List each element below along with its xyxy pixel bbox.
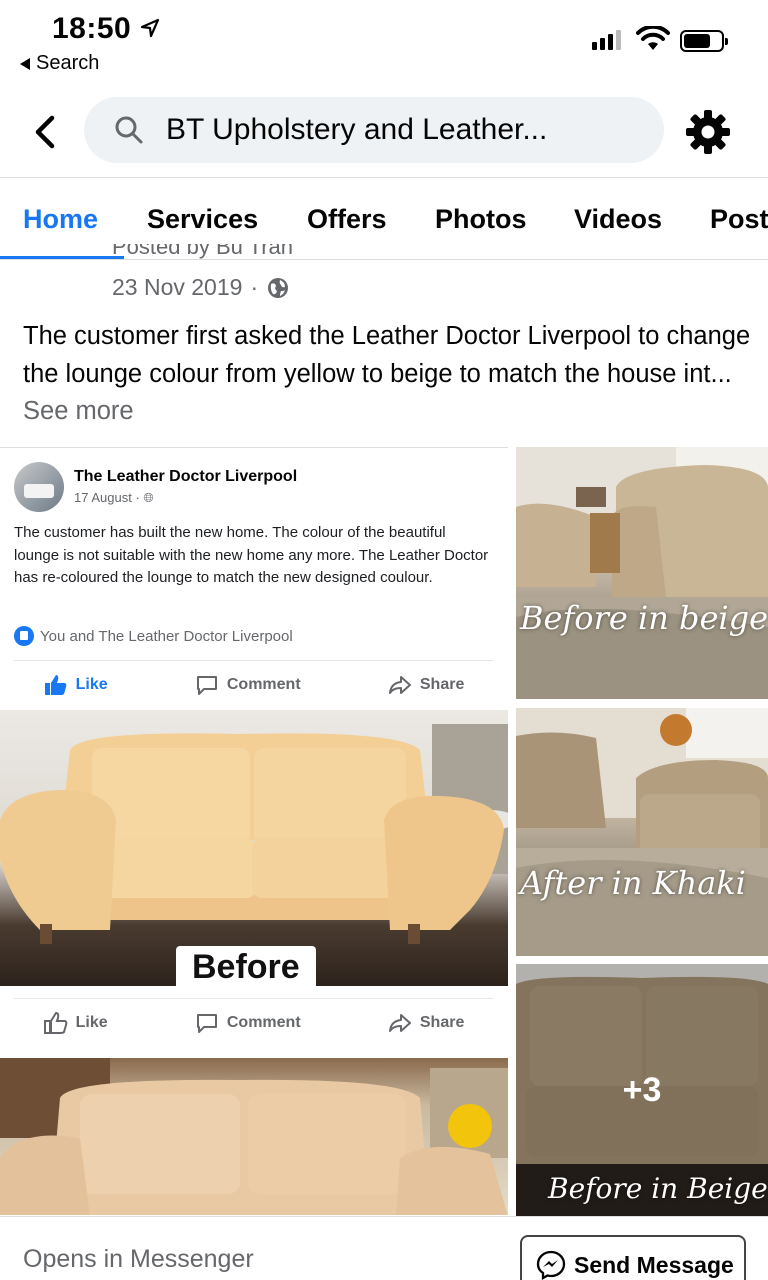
- sofa-illustration: [516, 447, 768, 699]
- search-input[interactable]: BT Upholstery and Leather...: [84, 97, 664, 163]
- comment-icon: [196, 676, 217, 695]
- avatar: [14, 462, 64, 512]
- tab-videos[interactable]: Videos: [574, 204, 662, 235]
- signal-icon: [592, 30, 621, 50]
- see-more-link[interactable]: See more: [23, 397, 134, 425]
- embedded-page-name: The Leather Doctor Liverpool: [74, 468, 298, 485]
- location-arrow-icon: [140, 18, 160, 38]
- messenger-icon: [536, 1250, 566, 1280]
- like-reaction-icon: [14, 626, 34, 646]
- back-to-app[interactable]: Search: [20, 52, 99, 75]
- comment-button: Comment: [195, 674, 301, 696]
- divider: [14, 998, 494, 999]
- thumbnail-1[interactable]: Before in beige: [516, 447, 768, 699]
- active-tab-indicator: [0, 256, 124, 259]
- sofa-illustration: [0, 1058, 508, 1215]
- tab-services[interactable]: Services: [147, 204, 258, 235]
- thumbs-up-icon: [44, 675, 66, 695]
- embedded-actions-bottom: Like Comment Share: [0, 1012, 508, 1034]
- globe-icon: [268, 277, 289, 298]
- posted-by: Posted by Bu Tran: [112, 244, 293, 259]
- share-icon: [388, 676, 411, 694]
- thumbnail-3[interactable]: +3 Before in Beige: [516, 964, 768, 1216]
- post-date: 23 Nov 2019: [112, 274, 243, 300]
- comment-button: Comment: [195, 1012, 301, 1034]
- post-image-main[interactable]: The Leather Doctor Liverpool 17 August ·…: [0, 447, 508, 1215]
- embedded-post-header: The Leather Doctor Liverpool 17 August ·…: [14, 462, 297, 512]
- comment-icon: [196, 1014, 217, 1033]
- embedded-post-date: 17 August · 🌐︎: [74, 490, 154, 505]
- embedded-likes: You and The Leather Doctor Liverpool: [14, 626, 293, 646]
- battery-icon: [680, 30, 728, 52]
- thumbnail-caption: Before in beige: [520, 599, 768, 637]
- sofa-illustration: [516, 708, 768, 956]
- status-bar: 18:50 Search: [0, 0, 768, 88]
- search-text: BT Upholstery and Leather...: [166, 113, 548, 146]
- back-arrow-icon[interactable]: [30, 112, 60, 152]
- gear-icon[interactable]: [684, 108, 732, 156]
- tab-photos[interactable]: Photos: [435, 204, 527, 235]
- thumbnail-caption: After in Khaki: [520, 864, 746, 902]
- post-text: The customer first asked the Leather Doc…: [23, 322, 751, 388]
- sofa-illustration: [0, 724, 508, 944]
- embedded-actions-top: Like Comment Share: [0, 674, 508, 696]
- tab-posts[interactable]: Posts: [710, 204, 768, 235]
- opens-in-messenger: Opens in Messenger: [23, 1245, 254, 1273]
- divider: [14, 660, 494, 661]
- thumbs-up-outline-icon: [43, 1012, 67, 1034]
- share-button: Share: [388, 1012, 464, 1034]
- thumbnail-2[interactable]: After in Khaki: [516, 708, 768, 956]
- tab-home[interactable]: Home: [23, 204, 98, 235]
- like-button: Like: [43, 1012, 108, 1034]
- messenger-bar: Opens in Messenger Send Message: [0, 1216, 768, 1280]
- back-triangle-icon: [20, 57, 30, 70]
- like-button: Like: [44, 674, 108, 696]
- share-button: Share: [388, 674, 464, 696]
- thumbnail-caption: Before in Beige: [548, 1172, 768, 1205]
- share-icon: [388, 1014, 411, 1032]
- status-time: 18:50: [52, 12, 132, 45]
- tab-offers[interactable]: Offers: [307, 204, 387, 235]
- post-body: The customer first asked the Leather Doc…: [23, 318, 753, 431]
- post-meta: 23 Nov 2019 ·: [112, 274, 290, 301]
- before-label: Before: [176, 946, 316, 986]
- after-sofa-photo: [0, 1058, 508, 1215]
- wifi-icon: [636, 26, 670, 50]
- send-message-button[interactable]: Send Message: [520, 1235, 746, 1280]
- embedded-post-text: The customer has built the new home. The…: [14, 524, 489, 586]
- search-icon: [115, 116, 143, 144]
- back-app-label: Search: [36, 52, 100, 74]
- search-header: BT Upholstery and Leather...: [0, 88, 768, 178]
- before-sofa-photo: Before: [0, 710, 508, 986]
